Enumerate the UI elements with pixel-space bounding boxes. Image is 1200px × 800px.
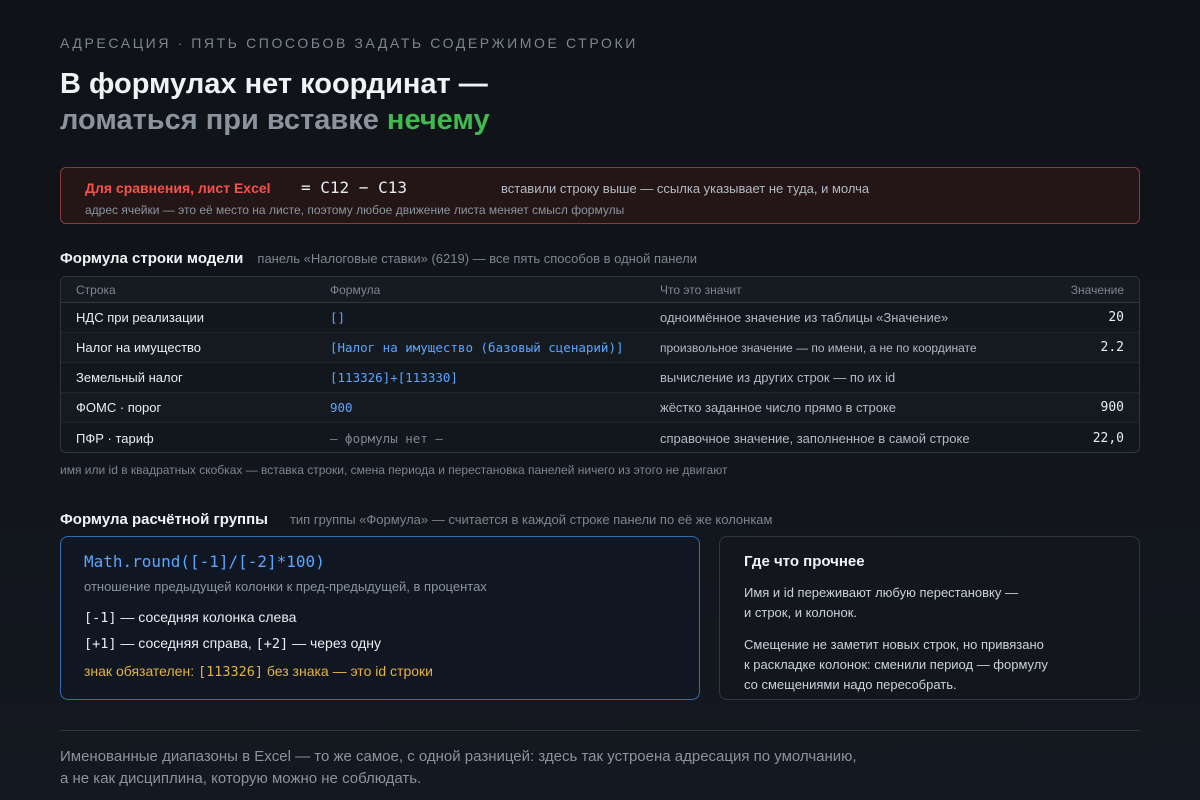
row-name: НДС при реализации <box>76 310 205 325</box>
page-title-line2: ломаться при вставке нечему <box>60 104 490 137</box>
warn-code: [113326] <box>197 664 263 680</box>
group-formula-box: Math.round([-1]/[-2]*100) отношение пред… <box>60 536 700 700</box>
offset-left-line: [-1] — соседняя колонка слева <box>84 609 296 626</box>
offset-text: — соседняя колонка слева <box>116 609 297 625</box>
offset-right-line: [+1] — соседняя справа, [+2] — через одн… <box>84 635 381 652</box>
title-accent: нечему <box>386 104 490 136</box>
row-value: 20 <box>1108 310 1124 325</box>
row-name: ФОМС · порог <box>76 400 162 415</box>
group-formula: Math.round([-1]/[-2]*100) <box>84 552 325 571</box>
title-prefix: ломаться при вставке <box>60 104 387 136</box>
durability-paragraph-1: Имя и id переживают любую перестановку —… <box>744 583 1018 623</box>
row-formula: [113326]+[113330] <box>330 370 458 385</box>
offset-code: [+2] <box>255 636 289 652</box>
row-meaning: справочное значение, заполненное в самой… <box>660 430 970 446</box>
table-row[interactable]: Земельный налог [113326]+[113330] вычисл… <box>61 363 1139 393</box>
group-subheading: тип группы «Формула» — считается в каждо… <box>289 512 773 527</box>
offset-text: — соседняя справа, <box>116 635 256 651</box>
offset-text: — через одну <box>288 635 381 651</box>
page: АДРЕСАЦИЯ · ПЯТЬ СПОСОБОВ ЗАДАТЬ СОДЕРЖИ… <box>0 0 1200 800</box>
table-header: Строка Формула Что это значит Значение <box>61 277 1139 303</box>
group-heading: Формула расчётной группы <box>60 511 268 528</box>
offset-code: [+1] <box>84 636 117 652</box>
table-row[interactable]: ПФР · тариф — формулы нет — справочное з… <box>61 423 1139 452</box>
table-note: имя или id в квадратных скобках — вставк… <box>60 463 728 477</box>
divider <box>60 730 1140 731</box>
excel-label: Для сравнения, лист Excel <box>85 180 271 196</box>
group-section-heading: Формула расчётной группы тип группы «Форм… <box>60 511 772 528</box>
footer-text: Именованные диапазоны в Excel — то же са… <box>60 746 857 790</box>
warn-prefix: знак обязателен: <box>84 663 198 679</box>
warn-suffix: без знака — это id строки <box>263 663 433 679</box>
row-formula: [Налог на имущество (базовый сценарий)] <box>330 340 624 355</box>
offset-code: [-1] <box>84 610 117 626</box>
row-name: Налог на имущество <box>76 340 202 355</box>
text-line: и строк, и колонок. <box>744 605 858 620</box>
table-row[interactable]: Налог на имущество [Налог на имущество (… <box>61 333 1139 363</box>
row-value: 22,0 <box>1092 430 1124 446</box>
text-line: со смещениями надо пересобрать. <box>744 677 957 692</box>
durability-paragraph-2: Смещение не заметит новых строк, но прив… <box>744 635 1048 695</box>
row-formula: 900 <box>330 400 353 415</box>
durability-box: Где что прочнее Имя и id переживают любу… <box>719 536 1140 700</box>
page-title-line1: В формулах нет координат — <box>60 68 488 100</box>
row-formula: — формулы нет — <box>330 430 443 446</box>
text-line: Смещение не заметит новых строк, но прив… <box>744 637 1044 652</box>
row-meaning: жёстко заданное число прямо в строке <box>660 400 897 415</box>
text-line: к раскладке колонок: сменили период — фо… <box>744 657 1048 672</box>
row-value: 900 <box>1100 400 1124 415</box>
column-header-row: Строка <box>76 282 116 297</box>
footer-line-2: а не как дисциплина, которую можно не со… <box>60 770 422 787</box>
row-formula: [] <box>330 310 346 325</box>
row-meaning: одноимённое значение из таблицы «Значени… <box>660 310 949 325</box>
sign-warning: знак обязателен: [113326] без знака — эт… <box>84 663 433 680</box>
row-name: Земельный налог <box>76 370 183 385</box>
group-description: отношение предыдущей колонки к пред-пред… <box>84 579 487 594</box>
model-subheading: панель «Налоговые ставки» (6219) — все п… <box>257 251 698 266</box>
footer-line-1: Именованные диапазоны в Excel — то же са… <box>60 748 857 765</box>
model-section-heading: Формула строки модели панель «Налоговые с… <box>60 250 697 267</box>
text-line: Имя и id переживают любую перестановку — <box>744 585 1018 600</box>
table-row[interactable]: ФОМС · порог 900 жёстко заданное число п… <box>61 393 1139 423</box>
column-header-formula: Формула <box>330 282 381 297</box>
row-meaning: произвольное значение — по имени, а не п… <box>660 340 977 355</box>
row-name: ПФР · тариф <box>76 430 154 446</box>
excel-note: адрес ячейки — это её место на листе, по… <box>85 203 625 217</box>
excel-formula: = C12 − C13 <box>301 178 407 197</box>
model-heading: Формула строки модели <box>60 250 244 267</box>
table-row[interactable]: НДС при реализации [] одноимённое значен… <box>61 303 1139 333</box>
excel-comparison-box: Для сравнения, лист Excel = C12 − C13 вс… <box>60 167 1140 224</box>
durability-title: Где что прочнее <box>744 553 865 570</box>
eyebrow: АДРЕСАЦИЯ · ПЯТЬ СПОСОБОВ ЗАДАТЬ СОДЕРЖИ… <box>60 35 638 51</box>
model-table: Строка Формула Что это значит Значение Н… <box>60 276 1140 453</box>
excel-description: вставили строку выше — ссылка указывает … <box>501 181 870 196</box>
row-value: 2.2 <box>1100 340 1124 355</box>
row-meaning: вычисление из других строк — по их id <box>660 370 896 385</box>
column-header-meaning: Что это значит <box>660 282 742 297</box>
column-header-value: Значение <box>1070 282 1124 297</box>
